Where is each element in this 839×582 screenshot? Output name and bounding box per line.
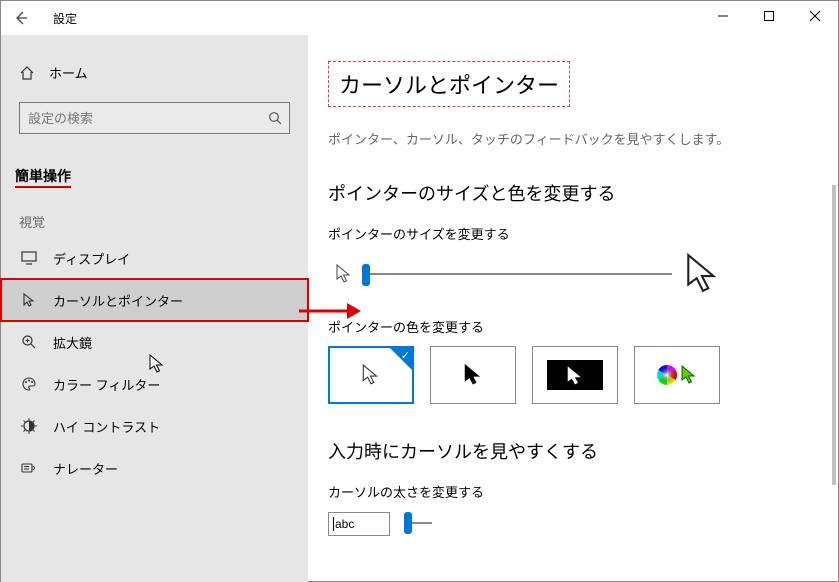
pointer-color-custom[interactable] <box>634 346 720 404</box>
sidebar-item-label: 拡大鏡 <box>53 333 92 352</box>
input-cursor-heading: 入力時にカーソルを見やすくする <box>328 438 814 464</box>
sidebar: ホーム 簡単操作 視覚 ディスプレイ カーソルとポインター 拡大鏡 カラー フィ… <box>1 35 308 582</box>
pointer-color-white[interactable]: ✓ <box>328 346 414 404</box>
cursor-white-icon <box>362 364 380 386</box>
pointer-size-color-heading: ポインターのサイズと色を変更する <box>328 180 814 206</box>
home-label: ホーム <box>49 63 88 82</box>
magnifier-icon <box>21 334 37 350</box>
small-cursor-icon <box>336 264 352 284</box>
sidebar-item-label: ディスプレイ <box>53 249 130 268</box>
home-button[interactable]: ホーム <box>1 53 308 92</box>
narrator-icon <box>21 460 37 476</box>
cursor-thickness-row: abc <box>328 511 814 537</box>
sidebar-item-label: ナレーター <box>53 459 118 478</box>
minimize-icon <box>717 10 729 22</box>
minimize-button[interactable] <box>700 1 746 31</box>
content-pane: カーソルとポインター ポインター、カーソル、タッチのフィードバックを見やすくしま… <box>308 35 838 582</box>
color-wheel-icon <box>657 365 677 385</box>
big-cursor-icon <box>686 253 720 295</box>
home-icon <box>19 65 35 81</box>
cursor-black-icon <box>464 364 482 386</box>
back-arrow-icon <box>13 10 29 26</box>
section-header: 簡単操作 <box>1 152 308 194</box>
sidebar-item-label: カーソルとポインター <box>53 291 183 310</box>
palette-icon <box>21 376 37 392</box>
scrollbar[interactable] <box>832 185 836 485</box>
titlebar: 設定 <box>1 1 838 35</box>
pointer-color-inverted[interactable] <box>532 346 618 404</box>
close-button[interactable] <box>792 1 838 31</box>
window-controls <box>700 1 838 31</box>
maximize-button[interactable] <box>746 1 792 31</box>
search-box[interactable] <box>19 102 290 134</box>
cursor-thickness-slider[interactable] <box>400 511 414 537</box>
maximize-icon <box>763 10 775 22</box>
pointer-size-slider[interactable] <box>362 270 672 278</box>
close-icon <box>809 10 821 22</box>
pointer-color-options: ✓ <box>328 346 814 404</box>
cursor-thickness-label: カーソルの太さを変更する <box>328 482 814 501</box>
page-title: カーソルとポインター <box>328 61 570 107</box>
page-description: ポインター、カーソル、タッチのフィードバックを見やすくします。 <box>328 129 814 148</box>
display-icon <box>21 251 37 265</box>
search-icon <box>261 111 289 125</box>
sidebar-item-high-contrast[interactable]: ハイ コントラスト <box>1 405 308 447</box>
contrast-icon <box>21 418 37 434</box>
sidebar-item-magnifier[interactable]: 拡大鏡 <box>1 321 308 363</box>
window-title: 設定 <box>41 10 77 27</box>
pointer-color-black[interactable] <box>430 346 516 404</box>
sidebar-item-label: ハイ コントラスト <box>53 417 160 436</box>
pointer-size-row <box>328 253 814 295</box>
cursor-inverted-icon <box>567 366 583 386</box>
cursor-thickness-preview: abc <box>328 512 390 536</box>
back-button[interactable] <box>1 1 41 35</box>
sidebar-item-cursor-pointer[interactable]: カーソルとポインター <box>1 279 308 321</box>
group-visual-label: 視覚 <box>1 194 308 237</box>
cursor-pointer-icon <box>21 292 37 308</box>
pointer-color-label: ポインターの色を変更する <box>328 317 814 336</box>
pointer-size-label: ポインターのサイズを変更する <box>328 224 814 243</box>
sidebar-item-display[interactable]: ディスプレイ <box>1 237 308 279</box>
cursor-green-icon <box>681 365 697 385</box>
sidebar-item-narrator[interactable]: ナレーター <box>1 447 308 489</box>
sidebar-item-color-filter[interactable]: カラー フィルター <box>1 363 308 405</box>
search-input[interactable] <box>20 111 261 126</box>
sidebar-item-label: カラー フィルター <box>53 375 160 394</box>
